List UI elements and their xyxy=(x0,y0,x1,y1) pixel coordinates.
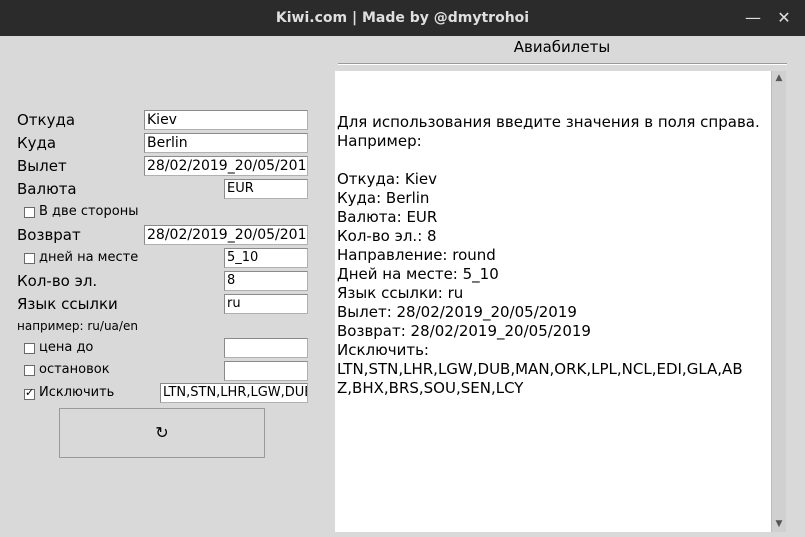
departure-label: Вылет xyxy=(17,157,67,175)
count-input[interactable]: 8 xyxy=(224,271,308,291)
refresh-icon: ↻ xyxy=(155,423,169,442)
days-checkbox[interactable] xyxy=(24,253,35,264)
roundtrip-label: В две стороны xyxy=(39,204,139,219)
days-input[interactable]: 5_10 xyxy=(224,248,308,268)
currency-input[interactable]: EUR xyxy=(224,179,308,199)
text-line: Z,BHX,BRS,SOU,SEN,LCY xyxy=(337,379,524,397)
text-line: Валюта: EUR xyxy=(337,208,438,226)
stops-input[interactable] xyxy=(224,361,308,381)
text-line: Кол-во эл.: 8 xyxy=(337,227,437,245)
scroll-up-icon[interactable]: ▲ xyxy=(773,72,785,84)
to-label: Куда xyxy=(17,134,57,152)
text-line: LTN,STN,LHR,LGW,DUB,MAN,ORK,LPL,NCL,EDI,… xyxy=(337,360,743,378)
price-checkbox[interactable] xyxy=(24,343,35,354)
text-line: Куда: Berlin xyxy=(337,189,430,207)
departure-input[interactable]: 28/02/2019_20/05/2019 xyxy=(144,156,308,176)
stops-checkbox[interactable] xyxy=(24,365,35,376)
price-input[interactable] xyxy=(224,338,308,358)
exclude-checkbox[interactable] xyxy=(24,386,35,400)
return-input[interactable]: 28/02/2019_20/05/2019 xyxy=(144,225,308,245)
to-input[interactable]: Berlin xyxy=(144,133,308,153)
text-line: Исключить: xyxy=(337,341,429,359)
text-line: Откуда: Kiev xyxy=(337,170,437,188)
text-line: Направление: round xyxy=(337,246,496,264)
lang-input[interactable]: ru xyxy=(224,294,308,314)
text-line: Вылет: 28/02/2019_20/05/2019 xyxy=(337,303,577,321)
window-title: Kiwi.com | Made by @dmytrohoi xyxy=(275,10,530,26)
text-line: Язык ссылки: ru xyxy=(337,284,464,302)
text-line: Например: xyxy=(337,132,422,150)
vertical-scrollbar[interactable]: ▲ ▼ xyxy=(771,71,786,532)
from-label: Откуда xyxy=(17,111,76,129)
close-icon[interactable]: ✕ xyxy=(769,0,799,36)
count-label: Кол-во эл. xyxy=(17,272,98,290)
stops-label: остановок xyxy=(39,362,110,377)
exclude-label: Исключить xyxy=(39,385,115,400)
roundtrip-checkbox[interactable] xyxy=(24,207,35,218)
lang-hint: например: ru/ua/en xyxy=(17,319,138,333)
text-line: Для использования введите значения в пол… xyxy=(337,113,760,131)
title-bar: Kiwi.com | Made by @dmytrohoi — ✕ xyxy=(0,0,805,36)
results-text-area[interactable]: Для использования введите значения в пол… xyxy=(335,71,771,532)
currency-label: Валюта xyxy=(17,180,77,198)
from-input[interactable]: Kiev xyxy=(144,110,308,130)
heading-separator xyxy=(338,63,787,65)
results-heading: Авиабилеты xyxy=(513,38,611,56)
lang-label: Язык ссылки xyxy=(17,295,118,313)
return-label: Возврат xyxy=(17,226,81,244)
scroll-down-icon[interactable]: ▼ xyxy=(773,518,785,530)
minimize-icon[interactable]: — xyxy=(738,0,768,36)
days-label: дней на месте xyxy=(39,250,139,265)
text-line: Возврат: 28/02/2019_20/05/2019 xyxy=(337,322,591,340)
price-label: цена до xyxy=(39,340,94,355)
exclude-input[interactable]: LTN,STN,LHR,LGW,DUB,MAN,ORK,LPL,NCL,EDI,… xyxy=(160,383,308,403)
refresh-button[interactable]: ↻ xyxy=(59,408,265,458)
text-line: Дней на месте: 5_10 xyxy=(337,265,499,283)
